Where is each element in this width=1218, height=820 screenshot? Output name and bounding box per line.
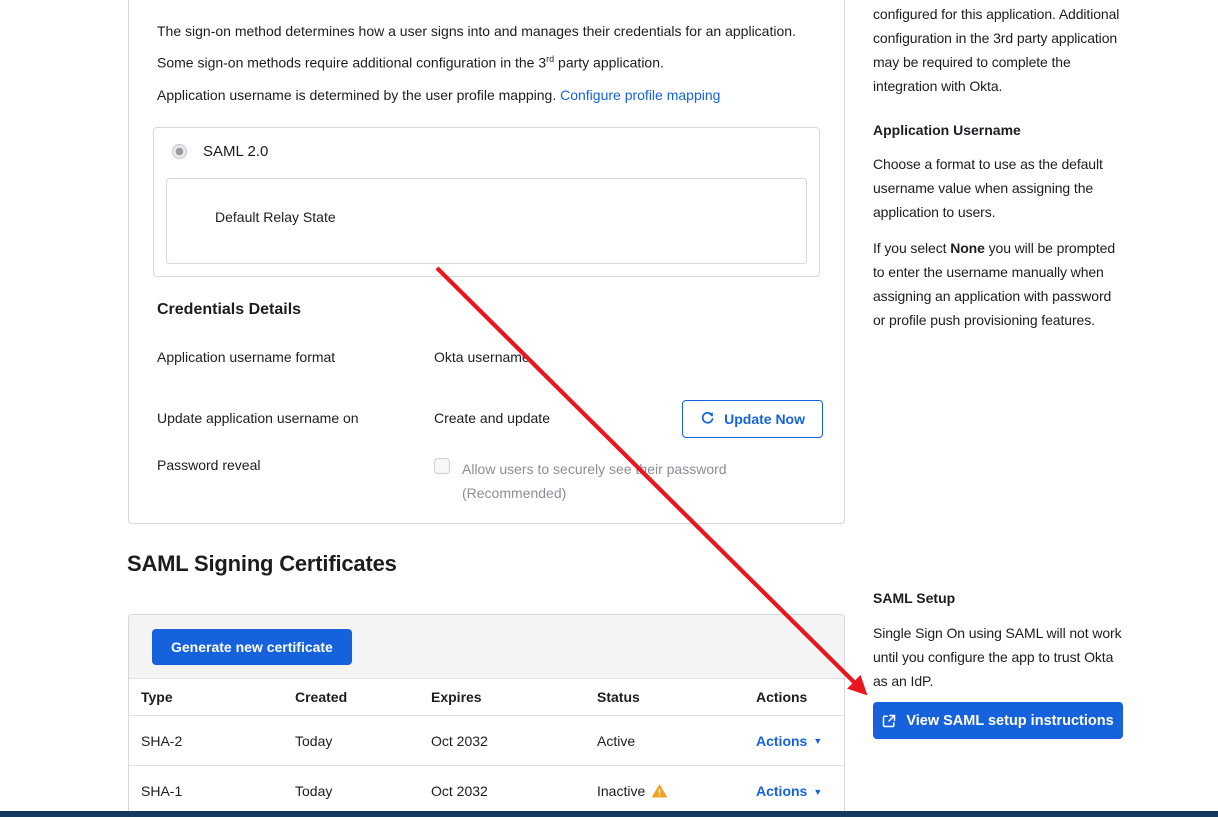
cert-expires: Oct 2032 — [419, 733, 585, 749]
header-type: Type — [129, 689, 283, 705]
cert-created: Today — [283, 783, 419, 799]
warning-icon — [652, 784, 667, 798]
application-username-paragraph-2: If you select None you will be prompted … — [873, 236, 1127, 332]
help-sidebar: configured for this application. Additio… — [873, 0, 1127, 820]
sign-on-intro-text: The sign-on method determines how a user… — [157, 17, 803, 77]
checkbox-text-line1: Allow users to securely see their passwo… — [462, 457, 727, 481]
username-format-row: Application username format Okta usernam… — [157, 349, 820, 365]
update-now-label: Update Now — [724, 411, 805, 427]
default-relay-state-label: Default Relay State — [215, 209, 336, 225]
saml-radio-button[interactable] — [172, 144, 187, 159]
external-link-icon — [882, 714, 896, 728]
update-now-button[interactable]: Update Now — [682, 400, 823, 438]
username-format-label: Application username format — [157, 349, 434, 365]
cert-created: Today — [283, 733, 419, 749]
page: { "colors": { "primary_blue": "#1662dd",… — [0, 0, 1218, 820]
saml-method-card: SAML 2.0 Default Relay State — [153, 127, 820, 277]
cert-expires: Oct 2032 — [419, 783, 585, 799]
saml-signing-certificates-heading: SAML Signing Certificates — [127, 551, 397, 577]
cert-actions-cell: Actions ▼ — [744, 783, 844, 799]
view-saml-setup-instructions-button[interactable]: View SAML setup instructions — [873, 702, 1123, 739]
cert-status: Inactive — [585, 783, 744, 799]
password-reveal-label: Password reveal — [157, 457, 434, 505]
profile-mapping-line: Application username is determined by th… — [157, 85, 820, 105]
sidebar-top-paragraph: configured for this application. Additio… — [873, 2, 1127, 98]
saml-setup-heading: SAML Setup — [873, 590, 1127, 606]
saml-radio-label: SAML 2.0 — [203, 143, 268, 160]
certificates-card: Generate new certificate Type Created Ex… — [128, 614, 845, 816]
table-row: SHA-2 Today Oct 2032 Active Actions ▼ — [129, 716, 844, 766]
cert-type: SHA-1 — [129, 783, 283, 799]
certificates-card-toolbar: Generate new certificate — [129, 615, 844, 679]
actions-dropdown-button[interactable]: Actions ▼ — [756, 783, 822, 799]
header-created: Created — [283, 689, 419, 705]
chevron-down-icon: ▼ — [813, 788, 822, 797]
actions-dropdown-button[interactable]: Actions ▼ — [756, 733, 822, 749]
status-text: Inactive — [597, 783, 645, 799]
certificates-table-header: Type Created Expires Status Actions — [129, 679, 844, 716]
update-username-label: Update application username on — [157, 410, 434, 426]
header-expires: Expires — [419, 689, 585, 705]
password-reveal-checkbox[interactable] — [434, 458, 450, 474]
p2-prefix: If you select — [873, 240, 950, 256]
actions-label: Actions — [756, 783, 807, 799]
table-row: SHA-1 Today Oct 2032 Inactive Actions ▼ — [129, 766, 844, 816]
saml-radio-row: SAML 2.0 — [166, 142, 807, 162]
cert-type: SHA-2 — [129, 733, 283, 749]
update-username-row: Update application username on Create an… — [157, 410, 820, 426]
username-format-value: Okta username — [434, 349, 530, 365]
intro-ordinal-sup: rd — [546, 54, 554, 64]
header-status: Status — [585, 689, 744, 705]
password-reveal-checkbox-text: Allow users to securely see their passwo… — [462, 457, 727, 505]
update-username-value: Create and update — [434, 410, 550, 426]
chevron-down-icon: ▼ — [813, 737, 822, 746]
application-username-heading: Application Username — [873, 122, 1127, 138]
default-relay-state-field[interactable]: Default Relay State — [166, 178, 807, 264]
view-saml-setup-instructions-label: View SAML setup instructions — [906, 713, 1113, 729]
generate-new-certificate-button[interactable]: Generate new certificate — [152, 629, 352, 665]
bottom-edge-bar — [0, 811, 1218, 817]
header-actions: Actions — [744, 689, 844, 705]
password-reveal-row: Password reveal Allow users to securely … — [157, 457, 820, 505]
intro-text-part1: The sign-on method determines how a user… — [157, 23, 796, 71]
password-reveal-checkbox-group: Allow users to securely see their passwo… — [434, 457, 727, 505]
refresh-icon — [700, 411, 715, 426]
status-text: Active — [597, 733, 635, 749]
checkbox-text-line2: (Recommended) — [462, 481, 727, 505]
cert-status: Active — [585, 733, 744, 749]
saml-setup-paragraph: Single Sign On using SAML will not work … — [873, 621, 1127, 693]
profile-mapping-text: Application username is determined by th… — [157, 87, 560, 103]
intro-text-part2: party application. — [554, 55, 664, 71]
cert-actions-cell: Actions ▼ — [744, 733, 844, 749]
credentials-details-heading: Credentials Details — [157, 301, 820, 319]
application-username-paragraph-1: Choose a format to use as the default us… — [873, 152, 1127, 224]
sign-on-methods-panel: The sign-on method determines how a user… — [128, 0, 845, 524]
p2-none-bold: None — [950, 240, 985, 256]
configure-profile-mapping-link[interactable]: Configure profile mapping — [560, 87, 720, 103]
actions-label: Actions — [756, 733, 807, 749]
